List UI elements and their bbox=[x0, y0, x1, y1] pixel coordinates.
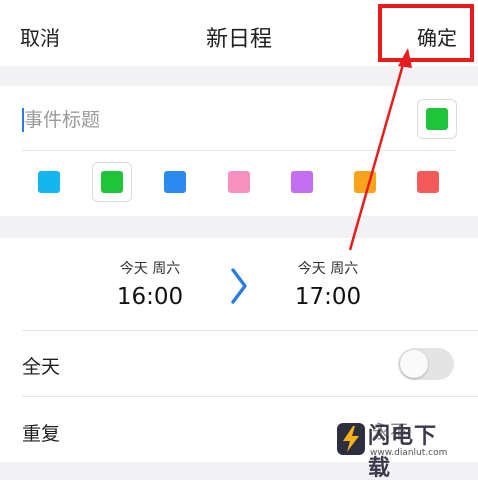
section-gap bbox=[0, 216, 478, 238]
watermark-url: www.dianlut.com bbox=[370, 448, 448, 458]
start-day-label: 今天 周六 bbox=[119, 261, 181, 277]
annotation-highlight-box bbox=[378, 4, 474, 62]
end-day-label: 今天 周六 bbox=[297, 261, 359, 277]
end-time-label: 17:00 bbox=[294, 284, 362, 310]
event-title-input[interactable] bbox=[24, 103, 384, 137]
current-color-button[interactable] bbox=[417, 99, 457, 139]
start-time-selector[interactable]: 今天 周六 16:00 bbox=[90, 258, 210, 310]
lightning-logo-icon bbox=[337, 423, 365, 455]
current-color-swatch bbox=[426, 108, 448, 130]
repeat-label: 重复 bbox=[22, 423, 61, 445]
all-day-toggle[interactable] bbox=[398, 348, 454, 380]
color-swatch-red[interactable] bbox=[408, 162, 448, 202]
divider bbox=[22, 396, 478, 397]
color-swatch-blue[interactable] bbox=[155, 162, 195, 202]
color-swatch-pink[interactable] bbox=[219, 162, 259, 202]
all-day-label: 全天 bbox=[22, 356, 61, 378]
color-swatch-orange[interactable] bbox=[345, 162, 385, 202]
chevron-right-icon bbox=[231, 268, 247, 304]
toggle-knob bbox=[400, 350, 428, 378]
start-time-label: 16:00 bbox=[116, 284, 184, 310]
end-time-selector[interactable]: 今天 周六 17:00 bbox=[268, 258, 388, 310]
watermark: 闪电下载 www.dianlut.com bbox=[336, 418, 456, 480]
color-swatch-cyan[interactable] bbox=[29, 162, 69, 202]
section-gap bbox=[0, 66, 478, 86]
divider bbox=[22, 330, 478, 331]
color-swatch-purple[interactable] bbox=[282, 162, 322, 202]
divider bbox=[22, 150, 456, 151]
color-swatch-green[interactable] bbox=[92, 162, 132, 202]
